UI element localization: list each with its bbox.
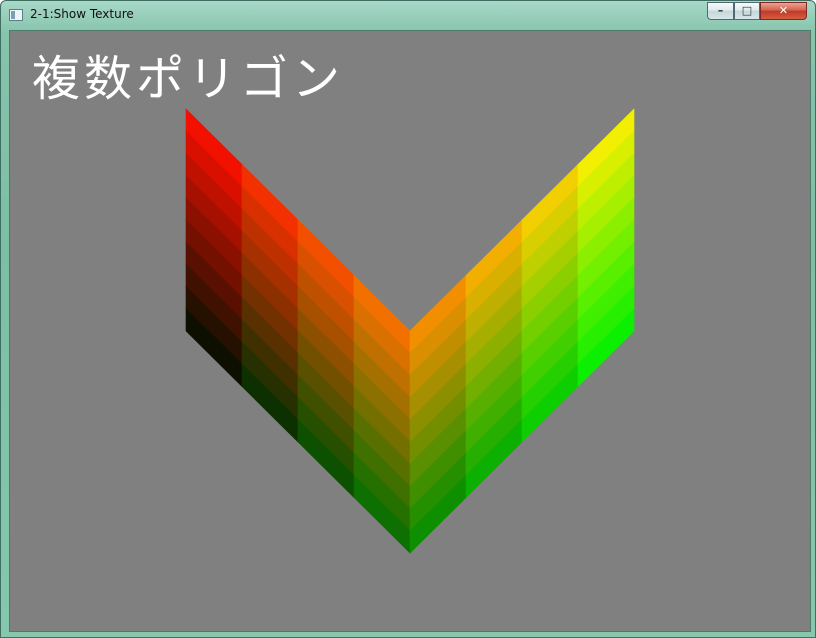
app-icon[interactable]: [9, 9, 23, 21]
title-bar[interactable]: 2-1:Show Texture – □ ✕: [1, 1, 815, 29]
maximize-button[interactable]: □: [734, 2, 760, 20]
scene-caption: 複数ポリゴン: [32, 51, 345, 107]
caption-buttons: – □ ✕: [707, 2, 809, 21]
window-title: 2-1:Show Texture: [30, 7, 134, 21]
render-canvas[interactable]: 複数ポリゴン: [9, 30, 811, 632]
polygon-scene: [185, 108, 635, 554]
app-window: 2-1:Show Texture – □ ✕ 複数ポリゴン: [0, 0, 816, 638]
close-button[interactable]: ✕: [760, 2, 807, 20]
minimize-button[interactable]: –: [707, 2, 734, 20]
